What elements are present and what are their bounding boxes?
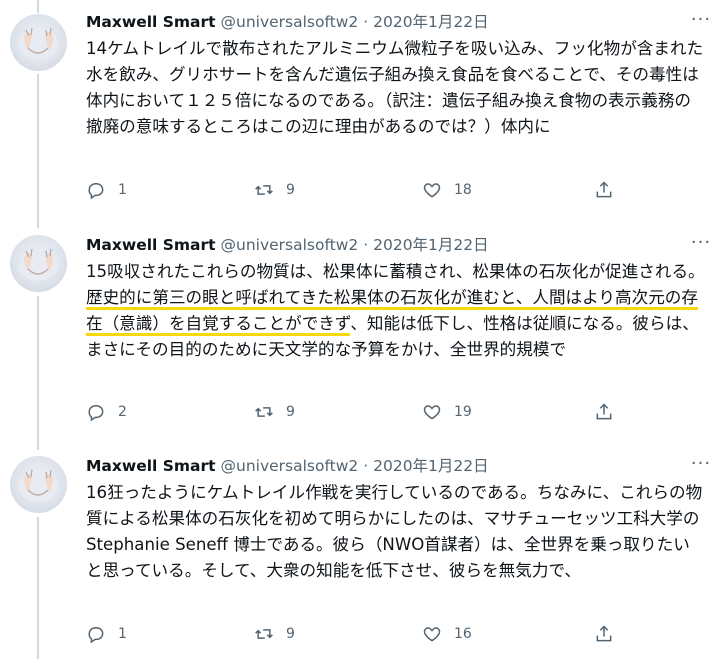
like-button[interactable]: 16 [422, 623, 472, 645]
tweet-actions: 1 9 16 [86, 623, 626, 645]
tweet-date[interactable]: 2020年1月22日 [373, 13, 489, 31]
more-icon[interactable]: ··· [689, 8, 713, 32]
avatar[interactable] [10, 235, 67, 292]
author-handle[interactable]: @universalsoftw2 [221, 236, 359, 254]
retweet-button[interactable]: 9 [254, 623, 295, 645]
tweet-text-segment: 15吸収されたこれらの物質は、松果体に蓄積され、松果体の石灰化が促進される。 [86, 262, 705, 281]
tweet-text: 15吸収されたこれらの物質は、松果体に蓄積され、松果体の石灰化が促進される。歴史… [86, 259, 706, 363]
share-button[interactable] [594, 401, 626, 423]
tweet[interactable]: Maxwell Smart @universalsoftw2 · 2020年1月… [0, 0, 725, 225]
avatar-image [18, 469, 59, 502]
like-count: 16 [454, 626, 472, 642]
like-button[interactable]: 19 [422, 401, 472, 423]
tweet-text: 14ケムトレイルで散布されたアルミニウム微粒子を吸い込み、フッ化物が含まれた水を… [86, 36, 706, 140]
reply-button[interactable]: 2 [86, 401, 127, 423]
tweet-actions: 2 9 19 [86, 401, 626, 423]
share-button[interactable] [594, 623, 626, 645]
tweet-text-segment: 14ケムトレイルで散布されたアルミニウム微粒子を吸い込み、フッ化物が含まれた水を… [86, 39, 704, 136]
heart-icon [423, 405, 441, 420]
tweet-text-segment: 16狂ったようにケムトレイル作戦を実行しているのである。ちなみに、これらの物質に… [86, 483, 703, 580]
avatar-image [18, 248, 59, 281]
avatar-image [18, 27, 59, 60]
avatar[interactable] [10, 14, 67, 71]
retweet-count: 9 [286, 404, 295, 420]
reply-button[interactable]: 1 [86, 623, 127, 645]
retweet-icon [255, 629, 273, 639]
share-icon [596, 181, 612, 198]
retweet-button[interactable]: 9 [254, 179, 295, 201]
author-handle[interactable]: @universalsoftw2 [221, 13, 359, 31]
reply-icon [88, 627, 104, 644]
tweet-date[interactable]: 2020年1月22日 [373, 236, 489, 254]
like-count: 19 [454, 404, 472, 420]
retweet-count: 9 [286, 626, 295, 642]
tweet-header: Maxwell Smart @universalsoftw2 · 2020年1月… [86, 13, 489, 31]
tweet-actions: 1 9 18 [86, 179, 626, 201]
like-count: 18 [454, 182, 472, 198]
tweet-header: Maxwell Smart @universalsoftw2 · 2020年1月… [86, 457, 489, 475]
like-button[interactable]: 18 [422, 179, 472, 201]
retweet-button[interactable]: 9 [254, 401, 295, 423]
share-icon [596, 403, 612, 420]
author-name[interactable]: Maxwell Smart [86, 236, 216, 254]
retweet-icon [255, 185, 273, 195]
tweet-text: 16狂ったようにケムトレイル作戦を実行しているのである。ちなみに、これらの物質に… [86, 480, 706, 584]
share-icon [596, 625, 612, 642]
reply-button[interactable]: 1 [86, 179, 127, 201]
author-name[interactable]: Maxwell Smart [86, 457, 216, 475]
reply-icon [88, 183, 104, 200]
heart-icon [423, 627, 441, 642]
more-icon[interactable]: ··· [689, 452, 713, 476]
reply-icon [88, 405, 104, 422]
avatar[interactable] [10, 456, 67, 513]
reply-count: 1 [118, 626, 127, 642]
author-handle[interactable]: @universalsoftw2 [221, 457, 359, 475]
tweet-header: Maxwell Smart @universalsoftw2 · 2020年1月… [86, 236, 489, 254]
retweet-icon [255, 407, 273, 417]
tweet[interactable]: Maxwell Smart @universalsoftw2 · 2020年1月… [0, 225, 725, 446]
author-name[interactable]: Maxwell Smart [86, 13, 216, 31]
tweet[interactable]: Maxwell Smart @universalsoftw2 · 2020年1月… [0, 446, 725, 659]
retweet-count: 9 [286, 182, 295, 198]
reply-count: 2 [118, 404, 127, 420]
more-icon[interactable]: ··· [689, 231, 713, 255]
reply-count: 1 [118, 182, 127, 198]
heart-icon [423, 183, 441, 198]
share-button[interactable] [594, 179, 626, 201]
tweet-date[interactable]: 2020年1月22日 [373, 457, 489, 475]
